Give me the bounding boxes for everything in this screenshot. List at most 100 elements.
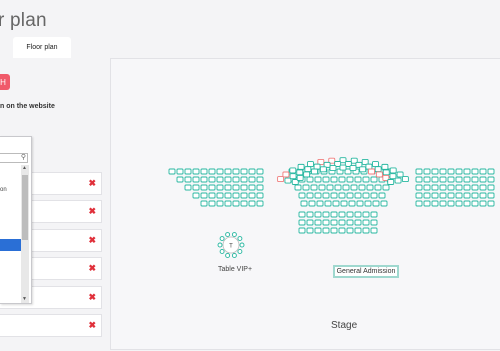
seat[interactable]: [282, 171, 290, 178]
vip-seat[interactable]: [219, 236, 225, 241]
seat[interactable]: [354, 176, 362, 183]
seat[interactable]: [216, 200, 224, 207]
seat[interactable]: [447, 200, 455, 207]
seat[interactable]: [216, 168, 224, 175]
seat[interactable]: [338, 192, 346, 199]
seat[interactable]: [354, 227, 362, 234]
scroll-down-icon[interactable]: ▼: [22, 296, 27, 302]
seat[interactable]: [314, 192, 322, 199]
seat[interactable]: [298, 227, 306, 234]
seat[interactable]: [362, 211, 370, 218]
seat[interactable]: [184, 176, 192, 183]
seat[interactable]: [248, 168, 256, 175]
seat[interactable]: [415, 184, 423, 191]
seat[interactable]: [346, 219, 354, 226]
seat[interactable]: [192, 176, 200, 183]
seat[interactable]: [208, 184, 216, 191]
seat[interactable]: [423, 192, 431, 199]
dropdown-scrollbar[interactable]: ▲ ▼: [21, 165, 29, 303]
seat[interactable]: [338, 176, 346, 183]
seat[interactable]: [200, 192, 208, 199]
vip-seat[interactable]: [231, 232, 237, 237]
seat[interactable]: [394, 177, 402, 184]
seat[interactable]: [359, 166, 367, 173]
seat[interactable]: [307, 161, 314, 167]
seat[interactable]: [380, 200, 388, 207]
seat[interactable]: [374, 166, 382, 173]
vip-seat[interactable]: [225, 253, 231, 258]
seat[interactable]: [439, 176, 447, 183]
seat[interactable]: [200, 200, 208, 207]
seat[interactable]: [248, 184, 256, 191]
seat[interactable]: [372, 200, 380, 207]
seat[interactable]: [439, 200, 447, 207]
seat[interactable]: [370, 176, 378, 183]
seat[interactable]: [348, 200, 356, 207]
seat[interactable]: [324, 200, 332, 207]
seat[interactable]: [439, 192, 447, 199]
seat[interactable]: [370, 227, 378, 234]
seat[interactable]: [396, 171, 404, 178]
seat[interactable]: [362, 192, 370, 199]
seat[interactable]: [314, 176, 322, 183]
seat[interactable]: [431, 184, 439, 191]
seat[interactable]: [346, 211, 354, 218]
floor-plan-canvas[interactable]: T Table VIP+ General Admission Stage: [110, 58, 500, 350]
seat[interactable]: [471, 200, 479, 207]
seat[interactable]: [330, 211, 338, 218]
seat[interactable]: [431, 200, 439, 207]
seat[interactable]: [364, 200, 372, 207]
seat[interactable]: [455, 200, 463, 207]
seat[interactable]: [240, 168, 248, 175]
close-icon[interactable]: ✖: [88, 206, 96, 217]
seat[interactable]: [356, 200, 364, 207]
seat[interactable]: [415, 200, 423, 207]
seat[interactable]: [389, 167, 397, 174]
seat[interactable]: [256, 176, 264, 183]
seat[interactable]: [354, 192, 362, 199]
seat[interactable]: [322, 227, 330, 234]
vip-seat[interactable]: [231, 253, 237, 258]
seat[interactable]: [374, 184, 382, 191]
seat[interactable]: [439, 168, 447, 175]
seat[interactable]: [447, 184, 455, 191]
close-icon[interactable]: ✖: [88, 263, 96, 274]
seat[interactable]: [256, 192, 264, 199]
seat[interactable]: [208, 192, 216, 199]
dropdown-search-input[interactable]: ⚲: [0, 153, 28, 163]
seat[interactable]: [298, 192, 306, 199]
seat[interactable]: [306, 227, 314, 234]
seat[interactable]: [349, 165, 357, 171]
seat[interactable]: [332, 200, 340, 207]
seat[interactable]: [365, 163, 373, 170]
seat[interactable]: [366, 184, 374, 191]
seat[interactable]: [330, 227, 338, 234]
seat[interactable]: [289, 173, 297, 180]
seat[interactable]: [306, 211, 314, 218]
seat[interactable]: [310, 184, 318, 191]
seat[interactable]: [447, 176, 455, 183]
seat[interactable]: [479, 184, 487, 191]
seat[interactable]: [322, 219, 330, 226]
seat[interactable]: [330, 176, 338, 183]
seat[interactable]: [346, 192, 354, 199]
seat[interactable]: [329, 165, 337, 171]
seat[interactable]: [232, 168, 240, 175]
seat[interactable]: [463, 176, 471, 183]
seat[interactable]: [330, 192, 338, 199]
seat[interactable]: [322, 192, 330, 199]
close-icon[interactable]: ✖: [88, 178, 96, 189]
seat[interactable]: [346, 176, 354, 183]
seat[interactable]: [447, 168, 455, 175]
seat[interactable]: [289, 167, 297, 174]
seat[interactable]: [298, 211, 306, 218]
seat[interactable]: [362, 176, 370, 183]
seat[interactable]: [300, 200, 308, 207]
seat[interactable]: [326, 184, 334, 191]
seat[interactable]: [240, 176, 248, 183]
seat[interactable]: [455, 176, 463, 183]
seat[interactable]: [322, 176, 330, 183]
seat[interactable]: [200, 176, 208, 183]
seat[interactable]: [487, 168, 495, 175]
seat[interactable]: [208, 200, 216, 207]
